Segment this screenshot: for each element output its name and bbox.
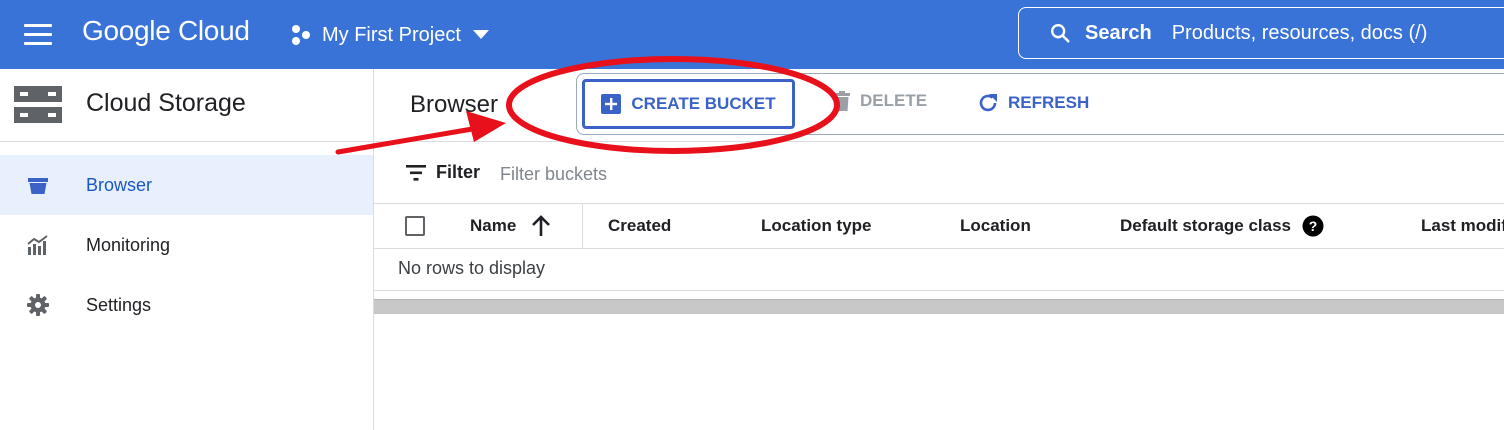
empty-message: No rows to display bbox=[398, 258, 546, 278]
project-icon bbox=[292, 25, 310, 45]
action-bar: Browser CREATE BUCKET DELETE REFRESH bbox=[374, 69, 1504, 142]
project-selector[interactable]: My First Project bbox=[290, 20, 499, 50]
create-bucket-button[interactable]: CREATE BUCKET bbox=[582, 79, 795, 129]
sidebar-item-label: Settings bbox=[86, 294, 152, 315]
filter-icon bbox=[406, 165, 426, 181]
filter-label: Filter bbox=[436, 162, 481, 182]
refresh-icon bbox=[979, 94, 997, 112]
chevron-down-icon bbox=[472, 30, 489, 39]
search-bar[interactable]: Search Products, resources, docs (/) bbox=[1018, 7, 1504, 59]
trash-icon bbox=[834, 91, 850, 111]
product-title: Cloud Storage bbox=[86, 89, 246, 117]
horizontal-scrollbar[interactable] bbox=[374, 299, 1504, 314]
sidebar-item-monitoring[interactable]: Monitoring bbox=[0, 215, 373, 275]
column-header-name[interactable]: Name bbox=[470, 216, 516, 236]
storage-product-icon bbox=[14, 86, 62, 123]
left-nav: Cloud Storage Browser Monitoring Setting… bbox=[0, 69, 374, 430]
main-content: Browser CREATE BUCKET DELETE REFRESH Fil… bbox=[374, 69, 1504, 430]
gear-icon bbox=[27, 294, 49, 316]
empty-state-row: No rows to display bbox=[374, 248, 1504, 291]
refresh-label: REFRESH bbox=[1008, 93, 1090, 112]
refresh-button[interactable]: REFRESH bbox=[976, 91, 1089, 115]
sidebar-item-settings[interactable]: Settings bbox=[0, 275, 373, 335]
table-header: Name Created Location type Location Defa… bbox=[374, 203, 1504, 249]
add-box-icon bbox=[601, 94, 622, 114]
project-name: My First Project bbox=[322, 23, 461, 46]
delete-button[interactable]: DELETE bbox=[834, 91, 927, 111]
sidebar-item-label: Browser bbox=[86, 174, 153, 195]
sidebar-item-label: Monitoring bbox=[86, 234, 171, 255]
column-label: Name bbox=[470, 216, 517, 235]
hamburger-menu-icon[interactable] bbox=[24, 24, 52, 46]
column-header-location-type[interactable]: Location type bbox=[761, 216, 872, 236]
delete-label: DELETE bbox=[860, 91, 928, 110]
column-header-storage-class[interactable]: Default storage class bbox=[1120, 216, 1291, 236]
search-icon bbox=[1051, 24, 1070, 43]
arrow-up-icon[interactable] bbox=[531, 215, 551, 237]
column-header-last-modified[interactable]: Last modif bbox=[1421, 216, 1504, 236]
create-bucket-label: CREATE BUCKET bbox=[631, 94, 776, 113]
column-header-created[interactable]: Created bbox=[608, 216, 671, 236]
search-label: Search bbox=[1085, 21, 1152, 44]
bucket-icon bbox=[28, 178, 48, 194]
page-title: Browser bbox=[410, 91, 499, 118]
filter-buckets-input[interactable] bbox=[498, 160, 902, 188]
select-all-checkbox[interactable] bbox=[405, 216, 425, 236]
filter-bar: Filter bbox=[374, 143, 1504, 201]
search-placeholder: Products, resources, docs (/) bbox=[1171, 21, 1428, 44]
product-header: Cloud Storage bbox=[0, 69, 373, 142]
chart-icon bbox=[27, 235, 48, 255]
google-cloud-logo[interactable]: Google Cloud bbox=[82, 15, 250, 47]
help-icon[interactable]: ? bbox=[1302, 215, 1324, 237]
top-app-bar: Google Cloud My First Project Search Pro… bbox=[0, 0, 1504, 69]
sidebar-item-browser[interactable]: Browser bbox=[0, 155, 373, 215]
column-header-location[interactable]: Location bbox=[960, 216, 1031, 236]
svg-text:?: ? bbox=[1309, 218, 1318, 234]
column-divider[interactable] bbox=[582, 204, 583, 248]
